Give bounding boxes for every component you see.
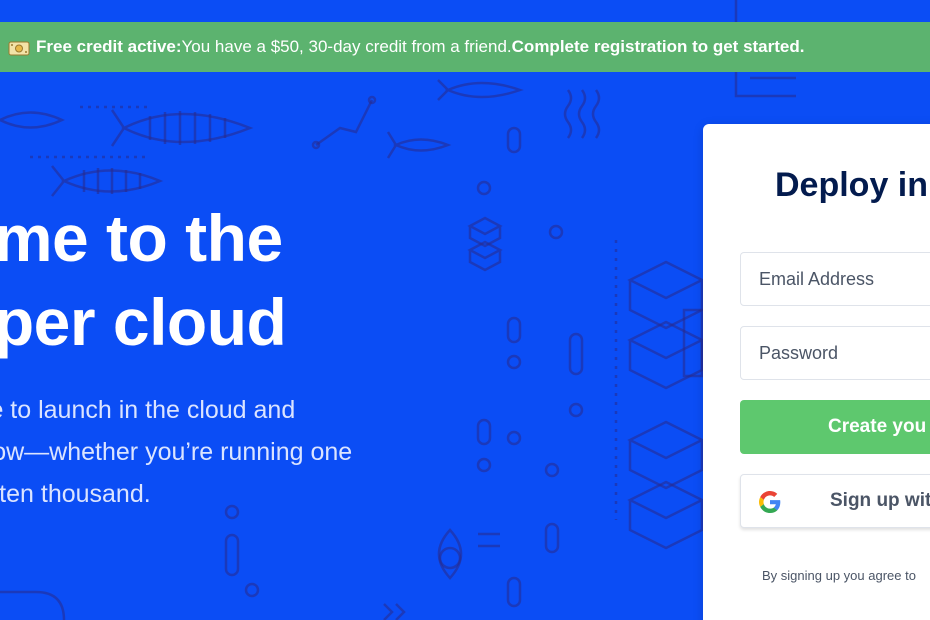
hero-title: ome to the oper cloud	[0, 196, 287, 364]
email-field[interactable]	[740, 252, 930, 306]
create-account-button[interactable]: Create you	[740, 400, 930, 454]
google-signup-label: Sign up wit	[830, 490, 930, 511]
hero-subtitle-line2: grow—whether you’re running one	[0, 438, 353, 466]
signup-page: Free credit active: You have a $50, 30-d…	[0, 0, 930, 620]
hero-subtitle: ble to launch in the cloud and grow—whet…	[0, 389, 352, 515]
hero-subtitle-line3: or ten thousand.	[0, 480, 151, 508]
hero-title-line2: oper cloud	[0, 285, 287, 359]
gift-money-icon	[8, 39, 30, 57]
banner-cta[interactable]: Complete registration to get started.	[512, 37, 805, 57]
hero-title-line1: ome to the	[0, 201, 283, 275]
banner-message: You have a $50, 30-day credit from a fri…	[181, 37, 512, 56]
google-signup-button[interactable]: Sign up wit	[740, 474, 930, 528]
signup-card: Deploy in Create you Sign up wit By sign…	[703, 124, 930, 620]
free-credit-banner: Free credit active: You have a $50, 30-d…	[0, 22, 930, 72]
google-icon	[759, 491, 781, 513]
password-field[interactable]	[740, 326, 930, 380]
terms-notice: By signing up you agree to	[762, 568, 916, 583]
signup-title: Deploy in	[775, 166, 929, 204]
hero-subtitle-line1: ble to launch in the cloud and	[0, 396, 296, 424]
banner-lead: Free credit active:	[36, 37, 182, 56]
